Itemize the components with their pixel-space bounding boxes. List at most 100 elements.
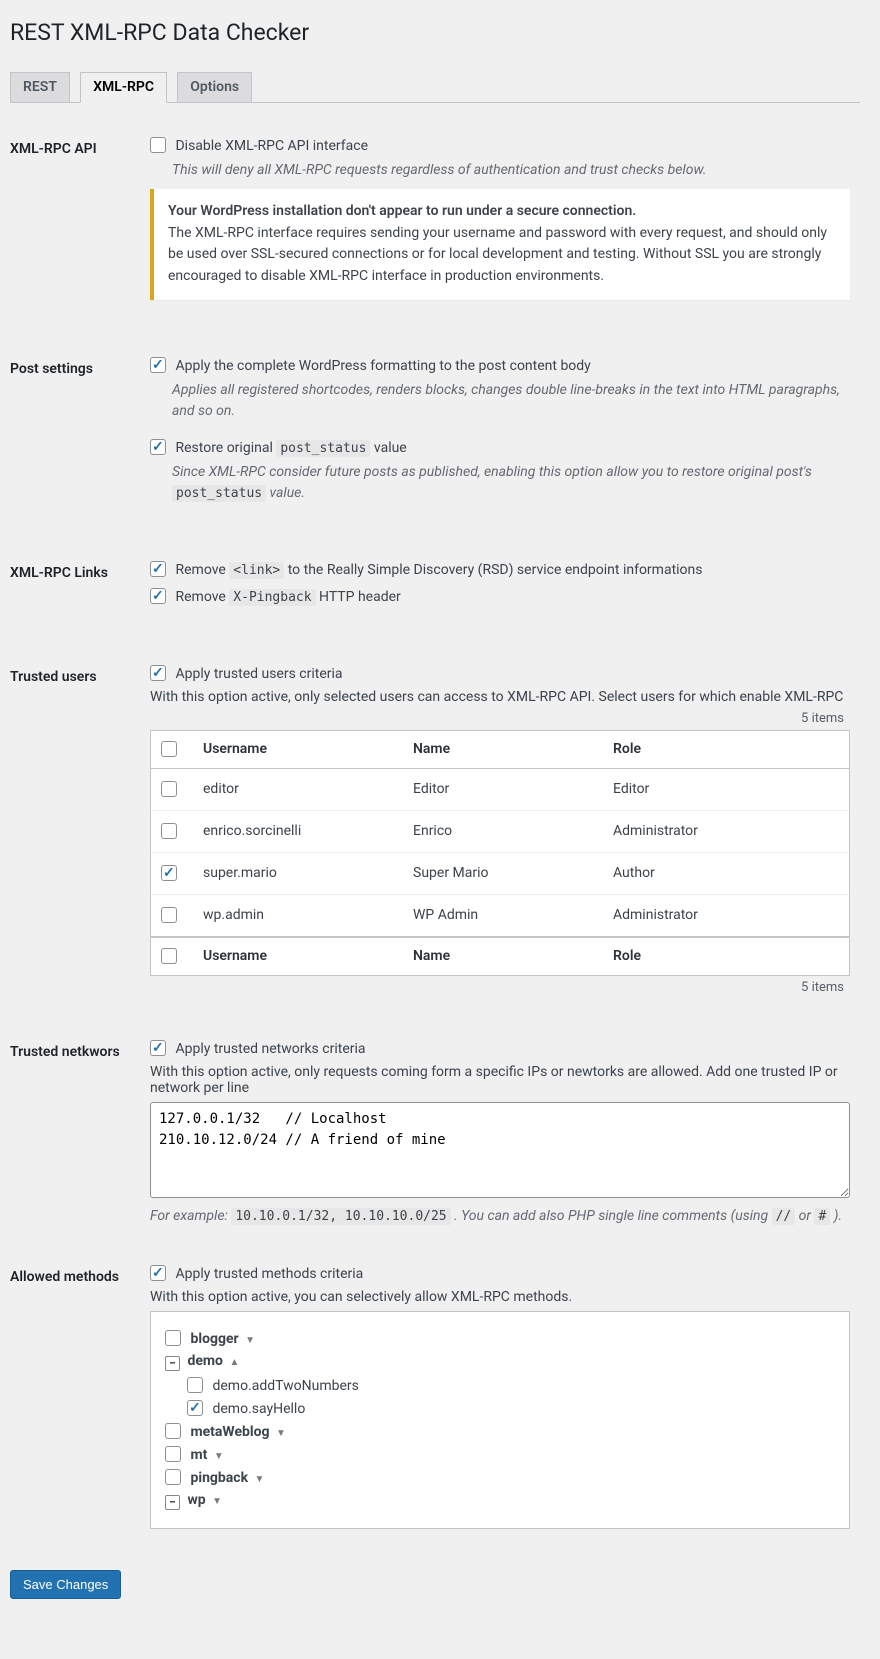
tree-group-checkbox[interactable] (165, 1446, 181, 1462)
users-item-count-top: 5 items (150, 711, 850, 726)
users-col-role[interactable]: Role (603, 731, 849, 769)
tree-leaf-checkbox[interactable] (187, 1400, 203, 1416)
restore-status-text-post: value (370, 440, 406, 456)
tree-leaf-label: demo.sayHello (212, 1401, 305, 1417)
section-heading-trusted-users: Trusted users (10, 649, 150, 1024)
tree-group-label[interactable]: blogger (190, 1331, 238, 1347)
tree-node: − wp ▼ (165, 1492, 835, 1510)
caret-down-icon: ▼ (214, 1451, 224, 1462)
section-heading-post-settings: Post settings (10, 341, 150, 545)
table-row: editorEditorEditor (151, 769, 849, 811)
user-row-checkbox[interactable] (161, 865, 177, 881)
trusted-networks-textarea[interactable] (150, 1102, 850, 1198)
user-displayname: WP Admin (403, 894, 603, 936)
tree-node: mt ▼ (165, 1446, 835, 1463)
trusted-users-apply-checkbox[interactable] (150, 665, 166, 681)
page-title: REST XML-RPC Data Checker (10, 10, 860, 50)
user-role: Author (603, 852, 849, 894)
trusted-users-subtext: With this option active, only selected u… (150, 689, 850, 705)
users-col-role-foot: Role (603, 937, 849, 975)
tree-leaf: demo.sayHello (187, 1400, 835, 1417)
trusted-methods-apply-checkbox[interactable] (150, 1265, 166, 1281)
user-username: editor (193, 769, 403, 811)
section-heading-allowed-methods: Allowed methods (10, 1249, 150, 1554)
code-link-tag: <link> (229, 562, 284, 579)
tab-options[interactable]: Options (177, 72, 252, 102)
section-heading-trusted-networks: Trusted netkwors (10, 1024, 150, 1249)
tree-group-label[interactable]: metaWeblog (190, 1424, 269, 1440)
ssl-warning-notice: Your WordPress installation don't appear… (150, 189, 850, 300)
restore-status-text-pre: Restore original (175, 440, 276, 456)
users-select-all-bottom[interactable] (161, 948, 177, 964)
user-username: super.mario (193, 852, 403, 894)
tree-leaf-label: demo.addTwoNumbers (212, 1378, 358, 1394)
users-col-username-foot: Username (193, 937, 403, 975)
tree-toggle-icon[interactable]: − (165, 1356, 180, 1371)
section-heading-xmlrpc-api: XML-RPC API (10, 121, 150, 341)
ssl-warning-strong: Your WordPress installation don't appear… (168, 203, 636, 219)
format-content-checkbox[interactable] (150, 357, 166, 373)
tree-leaf-checkbox[interactable] (187, 1377, 203, 1393)
tree-group-label[interactable]: pingback (190, 1470, 248, 1486)
code-post-status: post_status (276, 440, 370, 457)
tree-node: − demo ▲ (165, 1353, 835, 1371)
trusted-methods-subtext: With this option active, you can selecti… (150, 1289, 850, 1305)
tree-node: blogger ▼ (165, 1330, 835, 1347)
save-changes-button[interactable]: Save Changes (10, 1570, 121, 1599)
tab-rest[interactable]: REST (10, 72, 70, 102)
trusted-users-apply-label[interactable]: Apply trusted users criteria (150, 666, 343, 682)
tab-bar: REST XML-RPC Options (10, 62, 860, 103)
users-item-count-bottom: 5 items (150, 980, 850, 995)
tree-group-checkbox[interactable] (165, 1469, 181, 1485)
trusted-networks-apply-label[interactable]: Apply trusted networks criteria (150, 1041, 366, 1057)
remove-rsd-label[interactable]: Remove <link> to the Really Simple Disco… (150, 562, 703, 578)
tree-group-label[interactable]: demo (187, 1353, 222, 1369)
restore-status-desc: Since XML-RPC consider future posts as p… (172, 462, 850, 504)
disable-xmlrpc-label[interactable]: Disable XML-RPC API interface (150, 138, 368, 154)
ssl-warning-body: The XML-RPC interface requires sending y… (168, 225, 827, 284)
user-row-checkbox[interactable] (161, 823, 177, 839)
format-content-text: Apply the complete WordPress formatting … (175, 358, 590, 374)
user-username: wp.admin (193, 894, 403, 936)
restore-status-label[interactable]: Restore original post_status value (150, 440, 407, 456)
users-select-all-top[interactable] (161, 741, 177, 757)
tree-node: pingback ▼ (165, 1469, 835, 1486)
tree-node: metaWeblog ▼ (165, 1423, 835, 1440)
users-table-scroll[interactable]: editorEditorEditorenrico.sorcinelliEnric… (151, 769, 849, 937)
table-row: super.marioSuper MarioAuthor (151, 852, 849, 894)
trusted-networks-apply-checkbox[interactable] (150, 1040, 166, 1056)
code-hash: # (814, 1208, 830, 1225)
disable-xmlrpc-checkbox[interactable] (150, 137, 166, 153)
remove-pingback-checkbox[interactable] (150, 588, 166, 604)
code-post-status-2: post_status (172, 485, 266, 502)
tree-group-label[interactable]: mt (190, 1447, 207, 1463)
methods-tree: blogger ▼ − demo ▲ demo.addTwoNumbers dem… (150, 1311, 850, 1529)
caret-down-icon: ▼ (276, 1428, 286, 1439)
user-displayname: Editor (403, 769, 603, 811)
user-role: Administrator (603, 894, 849, 936)
tree-group-checkbox[interactable] (165, 1330, 181, 1346)
trusted-networks-example: For example: 10.10.0.1/32, 10.10.10.0/25… (150, 1208, 850, 1224)
tree-group-checkbox[interactable] (165, 1423, 181, 1439)
section-heading-links: XML-RPC Links (10, 545, 150, 649)
tree-toggle-icon[interactable]: − (165, 1495, 180, 1510)
trusted-networks-subtext: With this option active, only requests c… (150, 1064, 850, 1096)
format-content-label[interactable]: Apply the complete WordPress formatting … (150, 358, 591, 374)
tree-group-label[interactable]: wp (187, 1492, 205, 1508)
caret-down-icon: ▼ (255, 1474, 265, 1485)
remove-rsd-checkbox[interactable] (150, 561, 166, 577)
tab-xml-rpc[interactable]: XML-RPC (80, 72, 167, 103)
table-row: wp.adminWP AdminAdministrator (151, 894, 849, 936)
users-col-username[interactable]: Username (193, 731, 403, 769)
user-username: enrico.sorcinelli (193, 810, 403, 852)
user-row-checkbox[interactable] (161, 907, 177, 923)
user-row-checkbox[interactable] (161, 781, 177, 797)
user-role: Editor (603, 769, 849, 811)
user-displayname: Super Mario (403, 852, 603, 894)
users-col-name[interactable]: Name (403, 731, 603, 769)
disable-xmlrpc-desc: This will deny all XML-RPC requests rega… (172, 160, 850, 181)
remove-pingback-label[interactable]: Remove X-Pingback HTTP header (150, 589, 401, 605)
users-col-name-foot: Name (403, 937, 603, 975)
trusted-methods-apply-label[interactable]: Apply trusted methods criteria (150, 1266, 363, 1282)
restore-status-checkbox[interactable] (150, 439, 166, 455)
